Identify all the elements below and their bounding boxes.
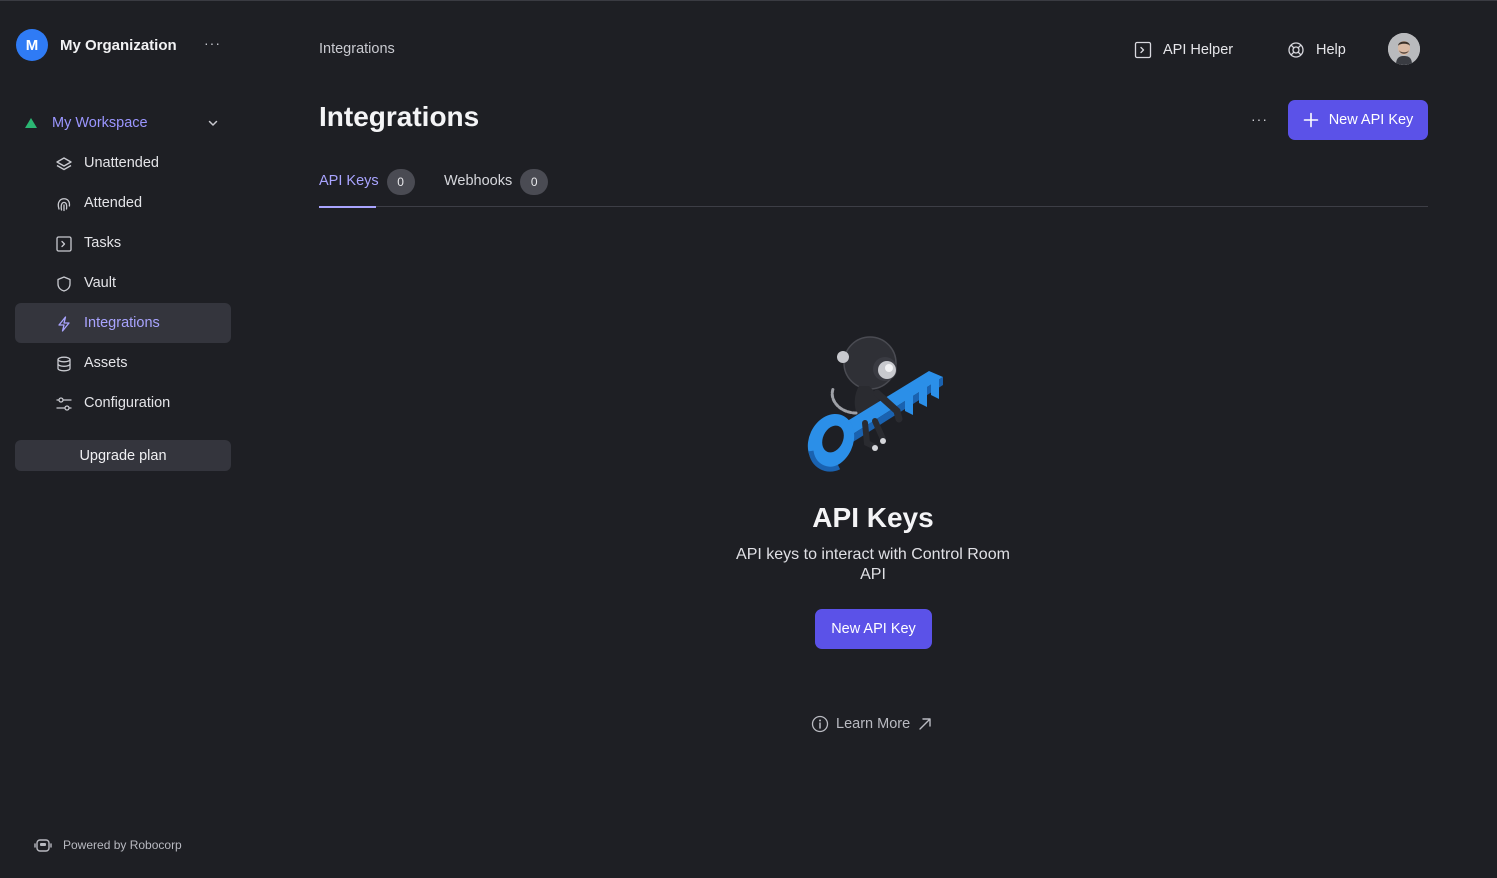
more-options-icon[interactable]: ···	[1251, 111, 1268, 127]
shield-icon	[57, 276, 71, 292]
empty-state-description: API keys to interact with Control Room A…	[736, 546, 1010, 583]
tab-bar: API Keys 0 Webhooks 0	[319, 168, 1428, 208]
new-api-key-label: New API Key	[1328, 112, 1414, 128]
plus-icon	[1303, 112, 1318, 128]
lifebuoy-icon	[1288, 42, 1304, 58]
app-root: M My Organization ··· My Workspace Unatt…	[0, 0, 1497, 878]
sidebar-item-label: Assets	[84, 355, 128, 371]
workspace-triangle-icon	[25, 118, 37, 128]
org-more-icon[interactable]: ···	[204, 35, 221, 51]
info-icon	[811, 715, 829, 733]
org-name: My Organization	[60, 36, 177, 54]
sidebar-item-label: Tasks	[84, 235, 122, 251]
fingerprint-icon	[57, 198, 71, 212]
tab-label: API Keys	[319, 173, 379, 189]
user-photo-icon	[1388, 33, 1420, 65]
sidebar-item-label: Integrations	[84, 315, 160, 331]
help-label: Help	[1316, 42, 1346, 58]
sidebar-item-label: Unattended	[84, 155, 159, 171]
terminal-icon	[1134, 41, 1152, 59]
layers-icon	[56, 157, 72, 171]
robocorp-logo-icon	[34, 839, 52, 852]
lightning-icon	[58, 316, 70, 332]
external-link-arrow-icon	[919, 718, 931, 730]
empty-state-title: API Keys	[812, 502, 934, 533]
sidebar-item-tasks[interactable]: Tasks	[15, 223, 231, 263]
org-avatar: M	[16, 29, 48, 61]
sidebar-nav: Unattended Attended Tasks Vault Integrat…	[15, 143, 231, 423]
chevron-down-icon	[208, 120, 218, 126]
api-helper-button[interactable]: API Helper	[1134, 37, 1233, 63]
powered-by[interactable]: Powered by Robocorp	[33, 835, 182, 855]
sidebar-item-vault[interactable]: Vault	[15, 263, 231, 303]
database-icon	[57, 356, 71, 372]
sidebar-item-label: Attended	[84, 195, 143, 211]
sidebar-item-label: Vault	[84, 275, 116, 291]
help-button[interactable]: Help	[1287, 37, 1346, 63]
learn-more-link[interactable]: Learn More	[811, 715, 939, 733]
api-helper-label: API Helper	[1163, 42, 1234, 58]
sidebar-item-integrations[interactable]: Integrations	[15, 303, 231, 343]
empty-state-new-api-key-button[interactable]: New API Key	[815, 609, 932, 649]
sidebar-item-assets[interactable]: Assets	[15, 343, 231, 383]
org-switcher[interactable]: M My Organization ···	[16, 29, 231, 61]
new-api-key-button[interactable]: New API Key	[1288, 100, 1428, 140]
upgrade-plan-button[interactable]: Upgrade plan	[15, 440, 231, 471]
powered-by-label: Powered by Robocorp	[63, 838, 182, 852]
count-badge: 0	[520, 169, 549, 195]
count-badge: 0	[386, 169, 415, 195]
learn-more-label: Learn More	[836, 716, 911, 732]
tab-label: Webhooks	[444, 173, 513, 189]
terminal-icon	[56, 236, 72, 252]
workspace-name: My Workspace	[52, 115, 148, 131]
workspace-selector[interactable]: My Workspace	[16, 111, 231, 135]
sidebar-item-unattended[interactable]: Unattended	[15, 143, 231, 183]
user-avatar[interactable]	[1388, 33, 1420, 65]
sidebar-item-label: Configuration	[84, 395, 171, 411]
sidebar-item-configuration[interactable]: Configuration	[15, 383, 231, 423]
page-title: Integrations	[319, 101, 480, 132]
sidebar-item-attended[interactable]: Attended	[15, 183, 231, 223]
sidebar: M My Organization ··· My Workspace Unatt…	[0, 1, 246, 878]
tab-api-keys[interactable]: API Keys 0	[319, 168, 415, 208]
robot-key-illustration	[807, 336, 943, 472]
tab-webhooks[interactable]: Webhooks 0	[444, 168, 549, 207]
breadcrumb[interactable]: Integrations	[319, 41, 395, 57]
sliders-icon	[56, 397, 72, 411]
